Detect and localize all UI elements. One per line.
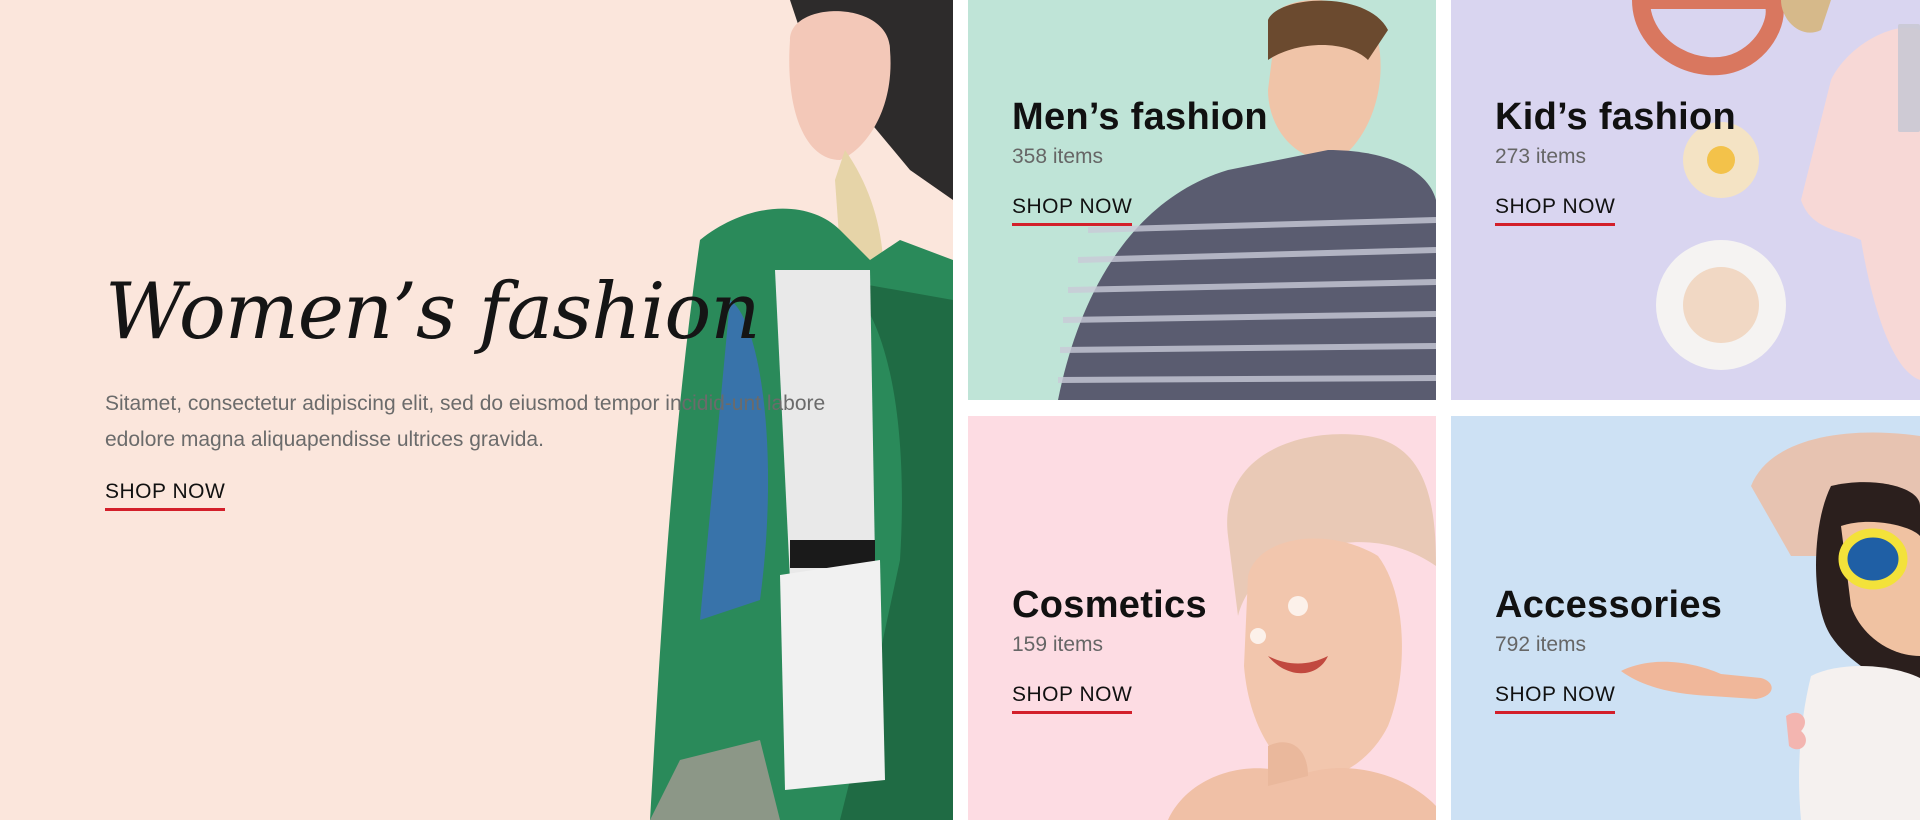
cosmetics-tile[interactable]: Cosmetics 159 items SHOP NOW xyxy=(968,416,1436,820)
accessories-title: Accessories xyxy=(1495,584,1723,626)
accessories-tile[interactable]: Accessories 792 items SHOP NOW xyxy=(1451,416,1920,820)
kids-item-count: 273 items xyxy=(1495,145,1587,168)
scrollbar-thumb[interactable] xyxy=(1898,24,1920,132)
mens-item-count: 358 items xyxy=(1012,145,1104,168)
accessories-item-count: 792 items xyxy=(1495,633,1587,656)
mens-fashion-tile[interactable]: Men’s fashion 358 items SHOP NOW xyxy=(968,0,1436,400)
kids-shop-now-link[interactable]: SHOP NOW xyxy=(1495,195,1616,226)
womens-fashion-banner: Women’s fashion Sitamet, consectetur adi… xyxy=(0,0,953,820)
cosmetics-title: Cosmetics xyxy=(1012,584,1207,626)
hero-text-block: Women’s fashion Sitamet, consectetur adi… xyxy=(105,267,845,511)
accessories-text-block: Accessories 792 items SHOP NOW xyxy=(1495,584,1722,714)
accessories-shop-now-link[interactable]: SHOP NOW xyxy=(1495,683,1616,714)
mens-text-block: Men’s fashion 358 items SHOP NOW xyxy=(1012,96,1268,226)
mens-shop-now-link[interactable]: SHOP NOW xyxy=(1012,195,1133,226)
cosmetics-text-block: Cosmetics 159 items SHOP NOW xyxy=(1012,584,1207,714)
kids-text-block: Kid’s fashion 273 items SHOP NOW xyxy=(1495,96,1736,226)
kids-fashion-tile[interactable]: Kid’s fashion 273 items SHOP NOW xyxy=(1451,0,1920,400)
cosmetics-item-count: 159 items xyxy=(1012,633,1104,656)
hero-description: Sitamet, consectetur adipiscing elit, se… xyxy=(105,391,826,451)
kids-title: Kid’s fashion xyxy=(1495,96,1737,138)
hero-title: Women’s fashion xyxy=(105,267,761,357)
mens-title: Men’s fashion xyxy=(1012,96,1268,138)
womens-shop-now-link[interactable]: SHOP NOW xyxy=(105,480,226,511)
cosmetics-shop-now-link[interactable]: SHOP NOW xyxy=(1012,683,1133,714)
